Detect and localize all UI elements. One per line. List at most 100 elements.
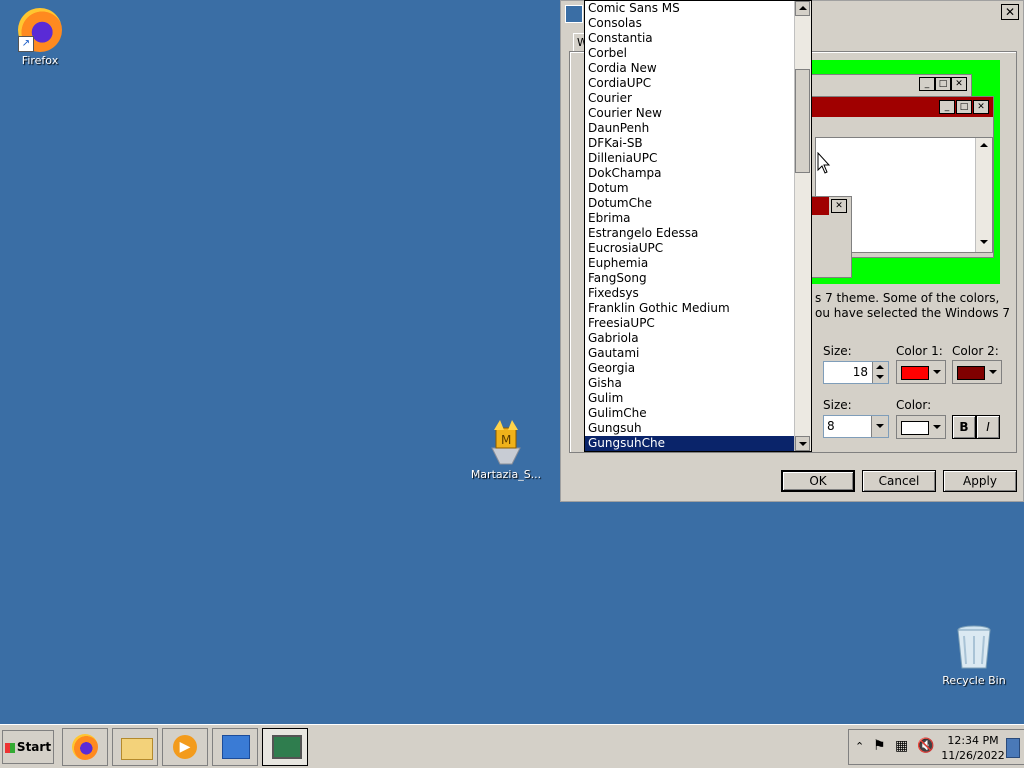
description-line: s 7 theme. Some of the colors, bbox=[815, 291, 1000, 305]
color2-label: Color 2: bbox=[952, 344, 999, 358]
cancel-button[interactable]: Cancel bbox=[862, 470, 936, 492]
taskbar-media-player[interactable]: ▶ bbox=[162, 728, 208, 766]
font-list-item[interactable]: Gisha bbox=[585, 376, 811, 391]
action-center-flag-icon[interactable]: ⚑ bbox=[873, 738, 886, 754]
close-icon: ✕ bbox=[973, 100, 989, 114]
font-list-item[interactable]: Cordia New bbox=[585, 61, 811, 76]
font-list-scrollbar[interactable] bbox=[794, 1, 811, 451]
font-list-item[interactable]: EucrosiaUPC bbox=[585, 241, 811, 256]
font-list-item[interactable]: Gungsuh bbox=[585, 421, 811, 436]
preview-message-box: ✕ bbox=[808, 196, 852, 278]
preview-scrollbar bbox=[975, 138, 992, 252]
taskbar-explorer[interactable] bbox=[112, 728, 158, 766]
font-color-swatch bbox=[901, 421, 929, 435]
clock-date: 11/26/2022 bbox=[941, 749, 1005, 762]
font-list-item[interactable]: Courier New bbox=[585, 106, 811, 121]
scroll-down-button[interactable] bbox=[795, 436, 810, 451]
font-list-item[interactable]: Constantia bbox=[585, 31, 811, 46]
volume-muted-icon[interactable]: 🔇 bbox=[917, 738, 934, 754]
font-list-item[interactable]: Euphemia bbox=[585, 256, 811, 271]
font-list-item[interactable]: Courier bbox=[585, 91, 811, 106]
font-list-item[interactable]: Corbel bbox=[585, 46, 811, 61]
size-label-2: Size: bbox=[823, 398, 852, 412]
font-list-item[interactable]: DFKai-SB bbox=[585, 136, 811, 151]
control-panel-icon bbox=[222, 735, 250, 759]
desktop-icon-recycle-bin[interactable]: Recycle Bin bbox=[934, 624, 1014, 687]
svg-text:M: M bbox=[501, 433, 511, 447]
start-button[interactable]: Start bbox=[2, 730, 54, 764]
font-list-item[interactable]: FangSong bbox=[585, 271, 811, 286]
font-list-item[interactable]: Estrangelo Edessa bbox=[585, 226, 811, 241]
font-list-item[interactable]: Georgia bbox=[585, 361, 811, 376]
font-list-item[interactable]: Dotum bbox=[585, 181, 811, 196]
start-label: Start bbox=[16, 740, 52, 754]
desktop-icon-label: Martazia_S... bbox=[470, 468, 542, 481]
taskbar-display-properties[interactable] bbox=[262, 728, 308, 766]
show-hidden-icons-icon[interactable]: ⌃ bbox=[855, 740, 864, 753]
tray-clock[interactable]: 12:34 PM 11/26/2022 bbox=[941, 733, 1005, 763]
font-list-item[interactable]: Gulim bbox=[585, 391, 811, 406]
font-size-spinner[interactable]: 18 bbox=[823, 361, 889, 384]
taskbar: Start ▶ ⌃ ⚑ ▦ 🔇 12:34 PM 11/26/2022 bbox=[0, 724, 1024, 768]
preview-message-titlebar bbox=[809, 197, 829, 215]
color2-picker[interactable] bbox=[952, 360, 1002, 384]
font-list-item[interactable]: Ebrima bbox=[585, 211, 811, 226]
scroll-thumb[interactable] bbox=[795, 69, 810, 173]
minimize-icon: _ bbox=[919, 77, 935, 91]
font-list-item[interactable]: DaunPenh bbox=[585, 121, 811, 136]
font-list-item[interactable]: Gautami bbox=[585, 346, 811, 361]
font-list-item[interactable]: Franklin Gothic Medium bbox=[585, 301, 811, 316]
font-list-item[interactable]: GulimChe bbox=[585, 406, 811, 421]
select-arrow-button[interactable] bbox=[871, 416, 888, 437]
show-desktop-button[interactable] bbox=[1006, 738, 1020, 758]
taskbar-control-panel[interactable] bbox=[212, 728, 258, 766]
media-player-icon: ▶ bbox=[173, 735, 197, 759]
font-list-item[interactable]: DilleniaUPC bbox=[585, 151, 811, 166]
color1-label: Color 1: bbox=[896, 344, 943, 358]
desktop-icon-firefox[interactable]: ↗ Firefox bbox=[0, 8, 80, 67]
font-list-item[interactable]: Comic Sans MS bbox=[585, 1, 811, 16]
font-list-item[interactable]: Gabriola bbox=[585, 331, 811, 346]
spinner-up-button[interactable] bbox=[872, 362, 888, 372]
bold-toggle[interactable]: B bbox=[952, 415, 976, 439]
color-label: Color: bbox=[896, 398, 932, 412]
font-list-item[interactable]: Fixedsys bbox=[585, 286, 811, 301]
chevron-down-icon bbox=[989, 370, 997, 374]
description-line: ou have selected the Windows 7 bbox=[815, 306, 1011, 320]
font-list-item[interactable]: FreesiaUPC bbox=[585, 316, 811, 331]
chevron-down-icon bbox=[933, 370, 941, 374]
game-app-icon: M bbox=[491, 420, 521, 465]
font-size-select[interactable]: 8 bbox=[823, 415, 889, 438]
font-dropdown-list[interactable]: Comic Sans MS Consolas Constantia Corbel Cor… bbox=[584, 0, 812, 452]
font-list-item[interactable]: GungsuhChe bbox=[585, 436, 811, 451]
ok-button[interactable]: OK bbox=[781, 470, 855, 492]
desktop-icon-martazia[interactable]: M Martazia_S... bbox=[466, 418, 546, 481]
font-list-item[interactable]: Consolas bbox=[585, 16, 811, 31]
appearance-preview[interactable]: _ □ ✕ _ □ ✕ ✕ bbox=[808, 60, 1000, 284]
font-list-item[interactable]: DokChampa bbox=[585, 166, 811, 181]
network-icon[interactable]: ▦ bbox=[895, 738, 908, 754]
taskbar-firefox[interactable] bbox=[62, 728, 108, 766]
mouse-cursor-icon bbox=[817, 152, 831, 174]
dialog-app-icon bbox=[565, 5, 583, 23]
font-list-item[interactable]: CordiaUPC bbox=[585, 76, 811, 91]
apply-button[interactable]: Apply bbox=[943, 470, 1017, 492]
font-color-picker[interactable] bbox=[896, 415, 946, 439]
display-properties-icon bbox=[272, 735, 302, 759]
color1-swatch bbox=[901, 366, 929, 380]
maximize-icon: □ bbox=[956, 100, 972, 114]
italic-toggle[interactable]: I bbox=[976, 415, 1000, 439]
chevron-down-icon bbox=[933, 425, 941, 429]
scroll-up-button[interactable] bbox=[795, 1, 810, 16]
desktop-icon-label: Firefox bbox=[21, 54, 59, 67]
close-button[interactable]: ✕ bbox=[1001, 4, 1019, 20]
font-size-value: 18 bbox=[852, 365, 868, 379]
spinner-down-button[interactable] bbox=[872, 372, 888, 383]
minimize-icon: _ bbox=[939, 100, 955, 114]
color1-picker[interactable] bbox=[896, 360, 946, 384]
size-label-1: Size: bbox=[823, 344, 852, 358]
folder-icon bbox=[121, 738, 153, 760]
font-list-item[interactable]: DotumChe bbox=[585, 196, 811, 211]
font-list-items: Comic Sans MS Consolas Constantia Corbel Cor… bbox=[585, 1, 811, 451]
close-icon: ✕ bbox=[951, 77, 967, 91]
